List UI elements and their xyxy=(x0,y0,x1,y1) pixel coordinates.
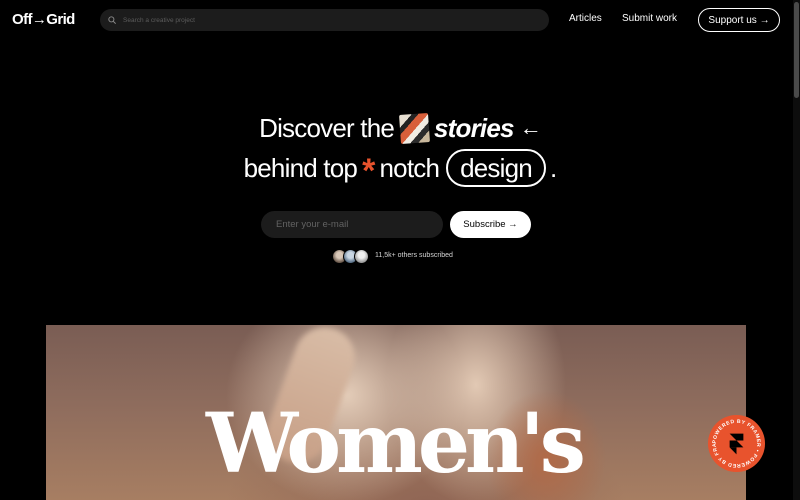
hero-heading-line-2: behind top * notch design . xyxy=(0,149,800,190)
scrollbar-thumb[interactable] xyxy=(794,2,799,98)
stories-thumbnail-image xyxy=(399,112,430,144)
nav-link-submit-work[interactable]: Submit work xyxy=(622,13,677,24)
hero-text-period: . xyxy=(549,152,557,183)
hero-text-notch: notch xyxy=(379,152,440,183)
page-scrollbar[interactable] xyxy=(793,0,800,500)
powered-by-framer-badge[interactable]: POWERED BY FRAMER • POWERED BY FRAMER • xyxy=(705,410,766,473)
subscriber-avatars xyxy=(332,249,372,264)
support-us-button[interactable]: Support us → xyxy=(698,8,780,32)
search-bar[interactable] xyxy=(100,9,549,31)
hero-text-behind-top: behind top xyxy=(243,152,358,183)
email-field[interactable] xyxy=(261,211,443,238)
avatar xyxy=(354,249,369,264)
hero-heading-line-1: Discover the stories ← xyxy=(0,110,800,146)
logo[interactable]: Off→Grid xyxy=(12,11,75,28)
nav-link-articles[interactable]: Articles xyxy=(569,13,602,24)
search-icon xyxy=(108,16,116,24)
design-pill: design xyxy=(446,149,546,187)
search-input[interactable] xyxy=(121,15,521,25)
featured-headline: Women's xyxy=(206,396,586,492)
asterisk-icon: * xyxy=(362,152,375,190)
top-nav: Off→Grid Articles Submit work Support us… xyxy=(0,0,800,40)
hero-text-stories: stories xyxy=(434,112,514,143)
subscribe-button[interactable]: Subscribe → xyxy=(450,211,531,238)
arrow-left-icon: ← xyxy=(519,115,542,140)
hero-text-discover: Discover the xyxy=(259,112,395,143)
badge-graphic: POWERED BY FRAMER • POWERED BY FRAMER • xyxy=(705,410,766,473)
featured-article-image[interactable]: Women's xyxy=(46,325,746,500)
subscriber-count: 11,5k+ others subscribed xyxy=(375,252,453,259)
